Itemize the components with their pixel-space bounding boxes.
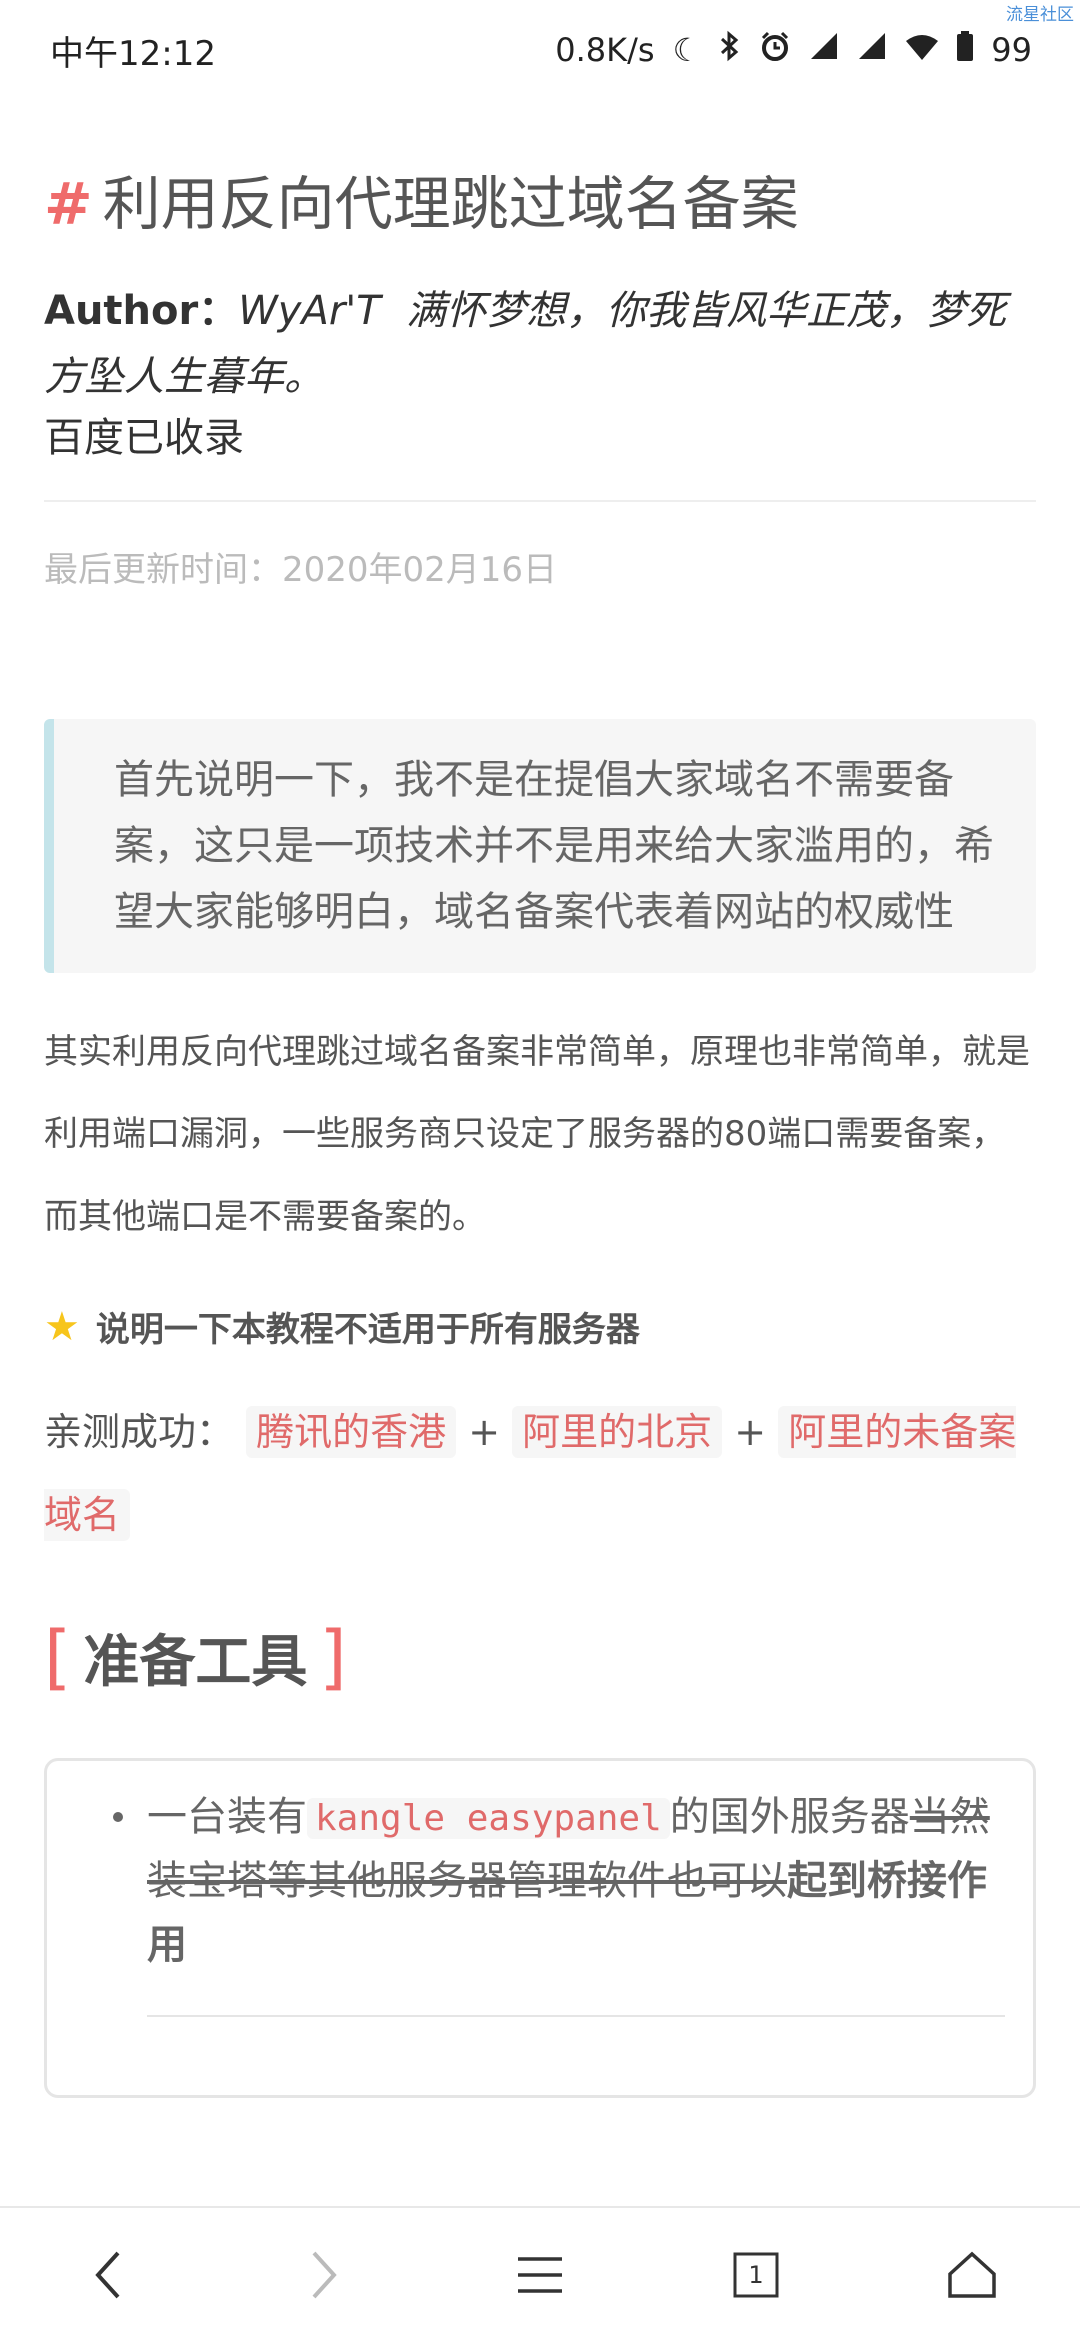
code-inline: kangle easypanel [307, 1798, 670, 1840]
author-line: Author：WyAr'T 满怀梦想，你我皆风华正茂，梦死方坠人生暮年。 [44, 278, 1036, 410]
menu-button[interactable] [480, 2215, 600, 2335]
list-item: 一台装有 kangle easypanel 的国外服务器当然装宝塔等其他服务器管理软… [113, 1785, 1005, 1977]
tested-tag-ali-beijing: 阿里的北京 [512, 1406, 723, 1459]
status-icons: 0.8K/s ☾ 99 [555, 30, 1032, 70]
home-icon [948, 2251, 996, 2298]
note-line: ★ 说明一下本教程不适用于所有服务器 [44, 1302, 1036, 1351]
status-time: 中午12:12 [50, 33, 216, 74]
signal-hd-icon-2 [857, 31, 887, 69]
tool-prefix: 一台装有 [147, 1794, 307, 1841]
chevron-right-icon [312, 2251, 337, 2299]
article-content: # 利用反向代理跳过域名备案 Author：WyAr'T 满怀梦想，你我皆风华正茂… [0, 100, 1080, 2210]
baidu-indexed: 百度已收录 [44, 414, 244, 461]
page-title: # 利用反向代理跳过域名备案 [44, 170, 1036, 240]
tools-box: 一台装有 kangle easypanel 的国外服务器当然装宝塔等其他服务器管理软… [44, 1758, 1036, 2099]
tools-list: 一台装有 kangle easypanel 的国外服务器当然装宝塔等其他服务器管理软… [113, 1785, 1005, 1977]
tabs-icon: 1 [733, 2252, 779, 2298]
menu-icon [518, 2257, 562, 2293]
back-button[interactable] [48, 2215, 168, 2335]
last-updated: 最后更新时间：2020年02月16日 [44, 549, 558, 590]
section-bracket-close: ] [319, 1616, 347, 1699]
title-text: 利用反向代理跳过域名备案 [102, 170, 799, 238]
author-name: WyAr'T [238, 287, 381, 334]
chevron-left-icon [95, 2251, 120, 2299]
tested-tag-tencent-hk: 腾讯的香港 [246, 1406, 457, 1459]
browser-nav-bar: 1 [0, 2206, 1080, 2342]
tab-count: 1 [748, 2261, 764, 2289]
list-divider [147, 2015, 1005, 2018]
title-hash: # [44, 170, 93, 238]
watermark: 流星社区 [1006, 5, 1074, 25]
signal-hd-icon [809, 31, 839, 69]
home-button[interactable] [912, 2215, 1032, 2335]
section-heading: [ 准备工具 ] [44, 1616, 1036, 1698]
network-speed: 0.8K/s [555, 31, 655, 69]
status-bar: 中午12:12 0.8K/s ☾ 99 [0, 0, 1080, 100]
intro-paragraph: 其实利用反向代理跳过域名备案非常简单，原理也非常简单，就是利用端口漏洞，一些服务… [44, 1031, 1030, 1237]
note-text: 说明一下本教程不适用于所有服务器 [95, 1310, 640, 1351]
section-title: 准备工具 [83, 1629, 308, 1695]
tested-label: 亲测成功： [44, 1410, 235, 1455]
tool-after-code: 的国外服务器 [669, 1794, 910, 1841]
star-icon: ★ [44, 1303, 80, 1350]
tested-line: 亲测成功： 腾讯的香港 + 阿里的北京 + 阿里的未备案域名 [44, 1391, 1036, 1556]
alarm-icon [759, 30, 791, 70]
section-bracket-open: [ [44, 1616, 72, 1699]
moon-icon: ☾ [672, 31, 702, 69]
tabs-button[interactable]: 1 [696, 2215, 816, 2335]
battery-icon [957, 31, 974, 69]
battery-level: 99 [991, 31, 1032, 69]
plus-sign: + [468, 1410, 501, 1455]
author-label: Author： [44, 287, 239, 334]
disclaimer-quote: 首先说明一下，我不是在提倡大家域名不需要备案，这只是一项技术并不是用来给大家滥用… [44, 718, 1036, 973]
forward-button[interactable] [264, 2215, 384, 2335]
divider [44, 499, 1036, 502]
plus-sign: + [734, 1410, 767, 1455]
bluetooth-icon [719, 30, 741, 70]
wifi-icon [905, 31, 939, 69]
